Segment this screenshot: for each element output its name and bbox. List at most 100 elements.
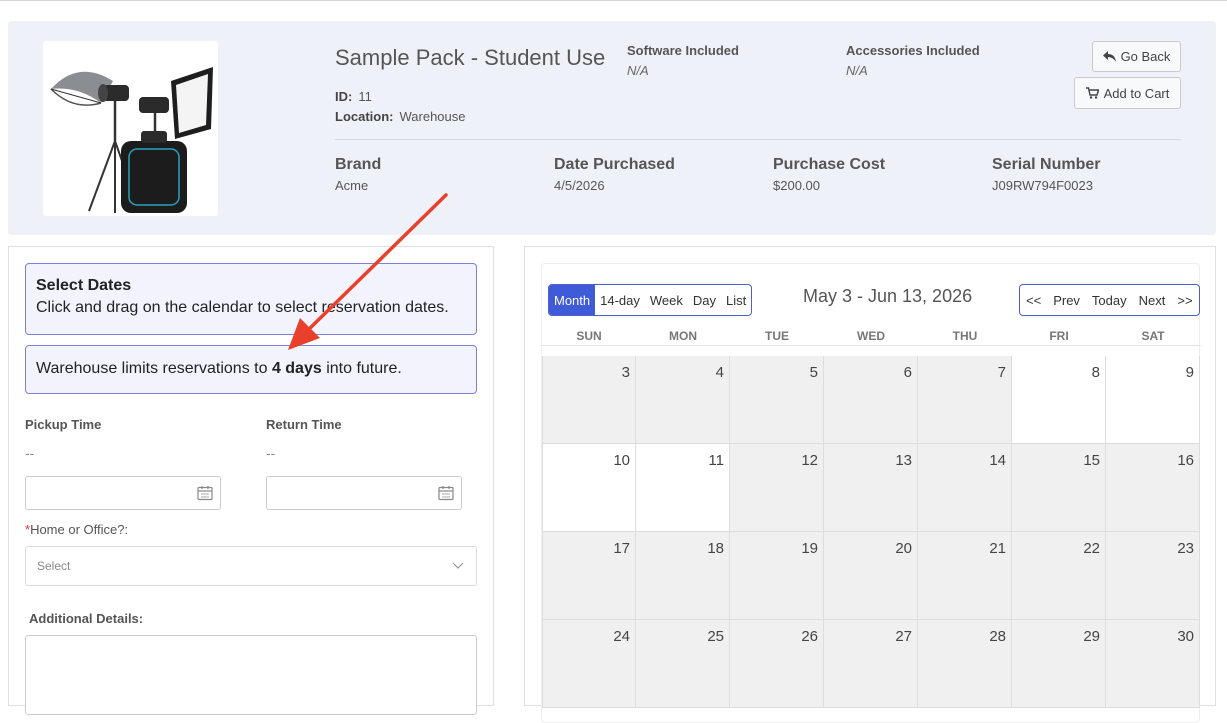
calendar-day-number: 21 [989, 540, 1006, 557]
calendar-day-cell[interactable]: 21 [918, 532, 1012, 620]
limit-prefix: Warehouse limits reservations to [36, 360, 272, 377]
reservation-limit-box: Warehouse limits reservations to 4 days … [25, 345, 477, 394]
reply-arrow-icon [1102, 51, 1116, 62]
calendar-day-cell[interactable]: 5 [730, 356, 824, 444]
calendar-day-cell[interactable]: 4 [636, 356, 730, 444]
calendar-day-number: 26 [801, 628, 818, 645]
pickup-time-label: Pickup Time [25, 417, 102, 432]
calendar-day-number: 25 [707, 628, 724, 645]
pickup-time-value: -- [25, 445, 35, 461]
calendar-day-cell[interactable]: 15 [1012, 444, 1106, 532]
calendar-day-number: 14 [989, 452, 1006, 469]
calendar-day-number: 20 [895, 540, 912, 557]
calendar-day-number: 12 [801, 452, 818, 469]
dow-thu: THU [952, 329, 978, 343]
calendar-day-number: 29 [1083, 628, 1100, 645]
calendar-day-number: 11 [708, 452, 724, 469]
view-list-button[interactable]: List [721, 285, 751, 315]
product-id-label: ID: [335, 89, 353, 104]
product-header: Sample Pack - Student Use ID: 11 Location… [8, 21, 1216, 235]
detail-label-serial-number: Serial Number [992, 156, 1101, 173]
calendar-day-cell[interactable]: 23 [1106, 532, 1200, 620]
calendar-day-cell[interactable]: 12 [730, 444, 824, 532]
calendar-day-number: 23 [1177, 540, 1194, 557]
calendar-day-number: 10 [613, 452, 630, 469]
calendar-day-number: 15 [1083, 452, 1100, 469]
calendar-day-cell[interactable]: 6 [824, 356, 918, 444]
view-day-button[interactable]: Day [688, 285, 721, 315]
add-to-cart-label: Add to Cart [1103, 85, 1170, 101]
calendar-day-cell[interactable]: 17 [542, 532, 636, 620]
calendar-day-number: 28 [989, 628, 1006, 645]
calendar-day-cell[interactable]: 19 [730, 532, 824, 620]
calendar-day-cell[interactable]: 8 [1012, 356, 1106, 444]
calendar-day-number: 16 [1177, 452, 1194, 469]
calendar-day-cell[interactable]: 16 [1106, 444, 1200, 532]
calendar-day-number: 30 [1177, 628, 1194, 645]
software-value: N/A [627, 63, 649, 78]
detail-value-date-purchased: 4/5/2026 [554, 178, 605, 193]
calendar-day-cell[interactable]: 10 [542, 444, 636, 532]
detail-value-purchase-cost: $200.00 [773, 178, 820, 193]
calendar-day-cell[interactable]: 27 [824, 620, 918, 708]
detail-label-brand: Brand [335, 156, 382, 173]
dow-sat: SAT [1141, 329, 1165, 343]
first-button[interactable]: << [1020, 285, 1047, 315]
home-office-label: *Home or Office?: [25, 522, 128, 537]
calendar-day-number: 27 [895, 628, 912, 645]
calendar-day-number: 22 [1083, 540, 1100, 557]
calendar-day-cell[interactable]: 30 [1106, 620, 1200, 708]
product-id-value: 11 [358, 89, 372, 104]
dow-mon: MON [669, 329, 697, 343]
calendar-day-cell[interactable]: 7 [918, 356, 1012, 444]
calendar-day-number: 3 [621, 364, 630, 381]
last-button[interactable]: >> [1171, 285, 1198, 315]
chevron-down-icon [452, 562, 464, 569]
calendar-day-cell[interactable]: 3 [542, 356, 636, 444]
product-title: Sample Pack - Student Use [335, 45, 606, 70]
calendar-icon[interactable] [197, 485, 213, 501]
calendar-day-cell[interactable]: 9 [1106, 356, 1200, 444]
calendar-day-cell[interactable]: 26 [730, 620, 824, 708]
dow-wed: WED [857, 329, 885, 343]
calendar-day-cell[interactable]: 22 [1012, 532, 1106, 620]
calendar-day-cell[interactable]: 18 [636, 532, 730, 620]
add-to-cart-button[interactable]: Add to Cart [1074, 77, 1181, 109]
additional-details-textarea[interactable] [25, 635, 477, 715]
select-dates-box: Select Dates Click and drag on the calen… [25, 263, 477, 335]
view-week-button[interactable]: Week [645, 285, 688, 315]
go-back-button[interactable]: Go Back [1092, 41, 1181, 72]
detail-label-date-purchased: Date Purchased [554, 156, 675, 173]
calendar-day-cell[interactable]: 14 [918, 444, 1012, 532]
view-14-day-button[interactable]: 14-day [595, 285, 645, 315]
calendar-panel: Month 14-day Week Day List May 3 - Jun 1… [524, 246, 1216, 723]
next-button[interactable]: Next [1133, 285, 1172, 315]
top-divider [0, 0, 1227, 1]
calendar-day-cell[interactable]: 24 [542, 620, 636, 708]
calendar-day-cell[interactable]: 29 [1012, 620, 1106, 708]
return-time-value: -- [266, 445, 276, 461]
calendar-day-cell[interactable]: 28 [918, 620, 1012, 708]
header-divider [335, 139, 1181, 140]
calendar-day-cell[interactable]: 13 [824, 444, 918, 532]
calendar-day-cell[interactable]: 11 [636, 444, 730, 532]
reservation-panel: Select Dates Click and drag on the calen… [8, 246, 494, 715]
accessories-label: Accessories Included [846, 43, 980, 58]
calendar-day-cell[interactable]: 25 [636, 620, 730, 708]
select-dates-text: Click and drag on the calendar to select… [36, 299, 449, 316]
calendar-week: 17 18 19 20 21 22 23 [542, 532, 1201, 620]
calendar-icon[interactable] [438, 485, 454, 501]
calendar-day-number: 8 [1091, 364, 1100, 381]
view-month-button[interactable]: Month [549, 285, 596, 315]
prev-button[interactable]: Prev [1047, 285, 1086, 315]
calendar: Month 14-day Week Day List May 3 - Jun 1… [541, 263, 1201, 723]
calendar-day-cell[interactable]: 20 [824, 532, 918, 620]
return-date-input[interactable] [266, 476, 462, 510]
calendar-day-number: 9 [1185, 364, 1194, 381]
product-id: ID: 11 [335, 89, 372, 104]
product-location-value: Warehouse [399, 109, 466, 124]
dow-tue: TUE [765, 329, 789, 343]
today-button[interactable]: Today [1086, 285, 1133, 315]
home-office-select[interactable]: Select [25, 546, 477, 586]
pickup-date-input[interactable] [25, 476, 221, 510]
